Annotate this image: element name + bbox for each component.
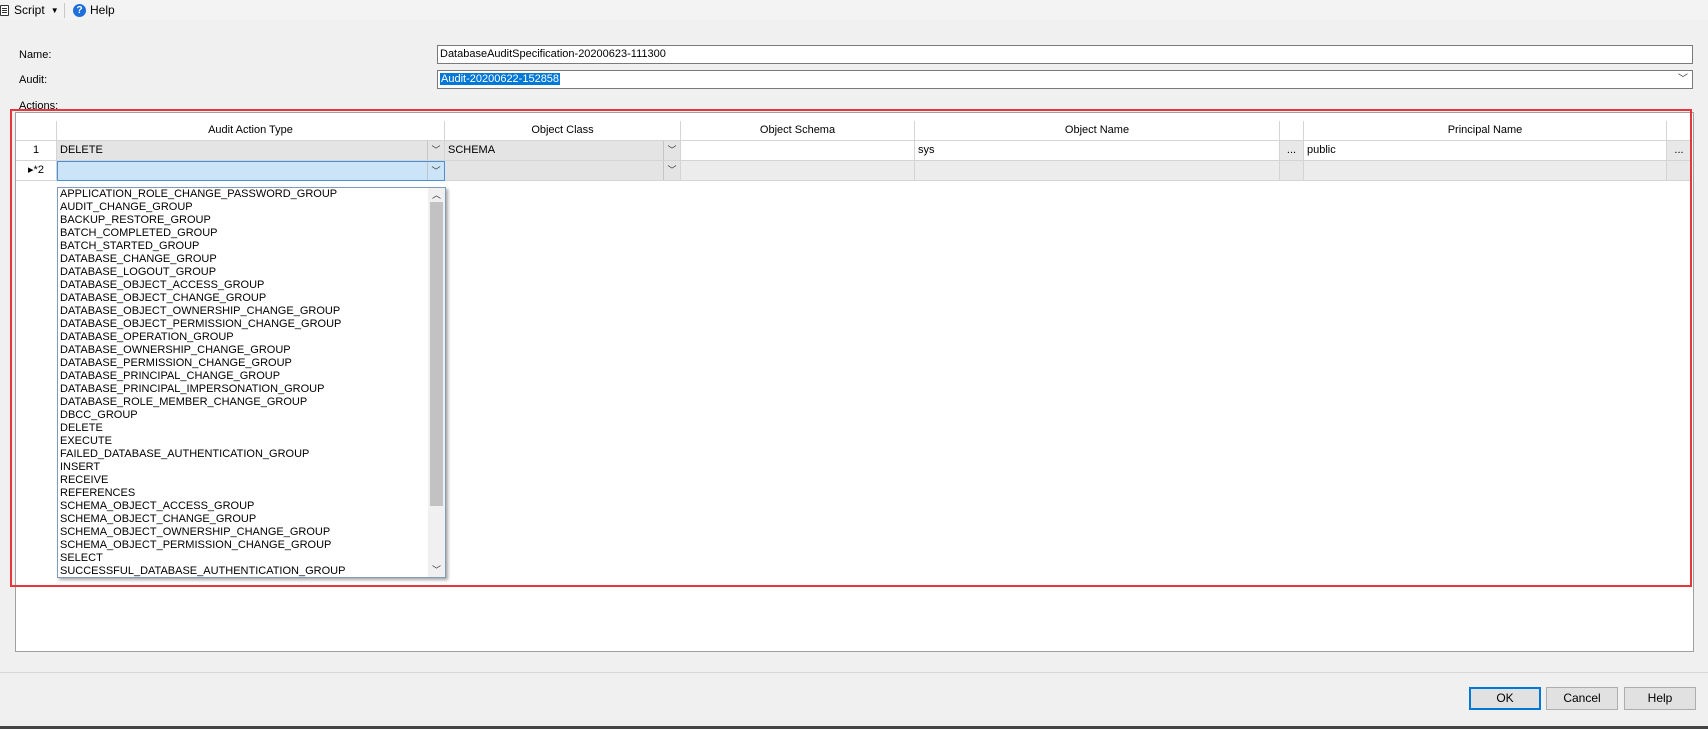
name-value: DatabaseAuditSpecification-20200623-1113… [440, 48, 666, 60]
audit-label: Audit: [19, 74, 48, 86]
row-header-corner [16, 121, 57, 141]
dropdown-option[interactable]: DATABASE_OBJECT_PERMISSION_CHANGE_GROUP [60, 318, 428, 331]
row-number: 2 [37, 164, 44, 176]
object-name-cell[interactable]: sys [915, 141, 1280, 161]
action-type-combo-active[interactable]: ﹀ [57, 161, 445, 181]
script-icon [0, 4, 9, 16]
scrollbar-thumb[interactable] [430, 202, 443, 506]
dropdown-option[interactable]: DATABASE_PRINCIPAL_CHANGE_GROUP [60, 370, 428, 383]
dropdown-option[interactable]: DATABASE_OBJECT_ACCESS_GROUP [60, 279, 428, 292]
object-schema-cell[interactable] [681, 141, 915, 161]
dropdown-option[interactable]: DATABASE_ROLE_MEMBER_CHANGE_GROUP [60, 396, 428, 409]
script-label: Script [14, 3, 45, 17]
object-schema-cell[interactable] [681, 161, 915, 181]
col-principal-name-button [1667, 121, 1692, 141]
action-type-dropdown[interactable]: APPLICATION_ROLE_CHANGE_PASSWORD_GROUP AU… [57, 187, 446, 578]
dropdown-option[interactable]: SUCCESSFUL_DATABASE_AUTHENTICATION_GROUP [60, 565, 428, 578]
principal-browse-button[interactable]: ... [1667, 141, 1692, 161]
scroll-down-icon[interactable]: ﹀ [428, 563, 445, 577]
col-object-name-button [1280, 121, 1304, 141]
dropdown-option[interactable]: BATCH_STARTED_GROUP [60, 240, 428, 253]
dropdown-option[interactable]: DATABASE_OBJECT_CHANGE_GROUP [60, 292, 428, 305]
dropdown-option[interactable]: DBCC_GROUP [60, 409, 428, 422]
chevron-down-icon[interactable]: ﹀ [663, 161, 680, 180]
object-class-combo[interactable]: ﹀ [445, 161, 681, 181]
dropdown-option[interactable]: DATABASE_CHANGE_GROUP [60, 253, 428, 266]
name-label: Name: [19, 49, 52, 61]
footer-divider [0, 672, 1708, 673]
dropdown-option[interactable]: SCHEMA_OBJECT_CHANGE_GROUP [60, 513, 428, 526]
dropdown-option[interactable]: DATABASE_OWNERSHIP_CHANGE_GROUP [60, 344, 428, 357]
ok-button[interactable]: OK [1469, 687, 1541, 710]
action-type-value: DELETE [60, 144, 103, 156]
dropdown-option[interactable]: DATABASE_OBJECT_OWNERSHIP_CHANGE_GROUP [60, 305, 428, 318]
dropdown-option[interactable]: APPLICATION_ROLE_CHANGE_PASSWORD_GROUP [60, 188, 428, 201]
chevron-down-icon[interactable]: ﹀ [427, 141, 444, 160]
name-field[interactable]: DatabaseAuditSpecification-20200623-1113… [437, 45, 1693, 64]
chevron-down-icon[interactable]: ﹀ [663, 141, 680, 160]
help-button[interactable]: Help [1624, 687, 1696, 710]
col-principal-name[interactable]: Principal Name [1304, 121, 1667, 141]
dropdown-option[interactable]: BATCH_COMPLETED_GROUP [60, 227, 428, 240]
dropdown-option[interactable]: SCHEMA_OBJECT_PERMISSION_CHANGE_GROUP [60, 539, 428, 552]
help-icon: ? [73, 3, 86, 17]
new-row-header: ▸*2 [16, 161, 57, 181]
chevron-down-icon: ▼ [50, 5, 59, 15]
col-object-name[interactable]: Object Name [915, 121, 1280, 141]
dropdown-option[interactable]: SELECT [60, 552, 428, 565]
object-name-browse-button[interactable]: ... [1280, 141, 1304, 161]
principal-name-cell[interactable] [1304, 161, 1667, 181]
object-name-browse-button[interactable] [1280, 161, 1304, 181]
principal-name-cell[interactable]: public [1304, 141, 1667, 161]
principal-browse-button[interactable] [1667, 161, 1692, 181]
dropdown-option[interactable]: INSERT [60, 461, 428, 474]
cancel-button[interactable]: Cancel [1546, 687, 1618, 710]
current-row-icon: ▸* [28, 164, 38, 176]
dropdown-option[interactable]: SCHEMA_OBJECT_ACCESS_GROUP [60, 500, 428, 513]
scroll-up-icon[interactable]: ︿ [428, 188, 445, 202]
script-menu[interactable]: Script ▼ [0, 2, 59, 18]
dropdown-option[interactable]: FAILED_DATABASE_AUTHENTICATION_GROUP [60, 448, 428, 461]
dropdown-option[interactable]: RECEIVE [60, 474, 428, 487]
actions-label: Actions: [19, 100, 59, 112]
dropdown-option[interactable]: DATABASE_OPERATION_GROUP [60, 331, 428, 344]
dropdown-options: APPLICATION_ROLE_CHANGE_PASSWORD_GROUP AU… [60, 188, 428, 578]
toolbar: Script ▼ ? Help [0, 0, 1708, 20]
audit-value: Audit-20200622-152858 [440, 73, 561, 85]
dropdown-option[interactable]: DATABASE_LOGOUT_GROUP [60, 266, 428, 279]
dropdown-scrollbar[interactable]: ︿ ﹀ [428, 188, 445, 577]
dropdown-option[interactable]: DELETE [60, 422, 428, 435]
object-name-cell[interactable] [915, 161, 1280, 181]
col-audit-action-type[interactable]: Audit Action Type [57, 121, 445, 141]
dropdown-option[interactable]: DATABASE_PRINCIPAL_IMPERSONATION_GROUP [60, 383, 428, 396]
dropdown-option[interactable]: SCHEMA_OBJECT_OWNERSHIP_CHANGE_GROUP [60, 526, 428, 539]
dropdown-option[interactable]: AUDIT_CHANGE_GROUP [60, 201, 428, 214]
help-menu[interactable]: ? Help [73, 2, 115, 18]
object-class-combo[interactable]: SCHEMA ﹀ [445, 141, 681, 161]
audit-select[interactable]: Audit-20200622-152858 ﹀ [437, 70, 1693, 89]
object-class-value: SCHEMA [448, 144, 496, 156]
dropdown-option[interactable]: REFERENCES [60, 487, 428, 500]
col-object-class[interactable]: Object Class [445, 121, 681, 141]
dropdown-option[interactable]: DATABASE_PERMISSION_CHANGE_GROUP [60, 357, 428, 370]
chevron-down-icon[interactable]: ﹀ [1678, 71, 1688, 88]
chevron-down-icon[interactable]: ﹀ [427, 162, 444, 180]
toolbar-separator [64, 3, 65, 18]
action-type-combo[interactable]: DELETE ﹀ [57, 141, 445, 161]
col-object-schema[interactable]: Object Schema [681, 121, 915, 141]
dropdown-option[interactable]: BACKUP_RESTORE_GROUP [60, 214, 428, 227]
help-label: Help [90, 3, 115, 17]
dropdown-option[interactable]: EXECUTE [60, 435, 428, 448]
row-number: 1 [16, 141, 57, 161]
